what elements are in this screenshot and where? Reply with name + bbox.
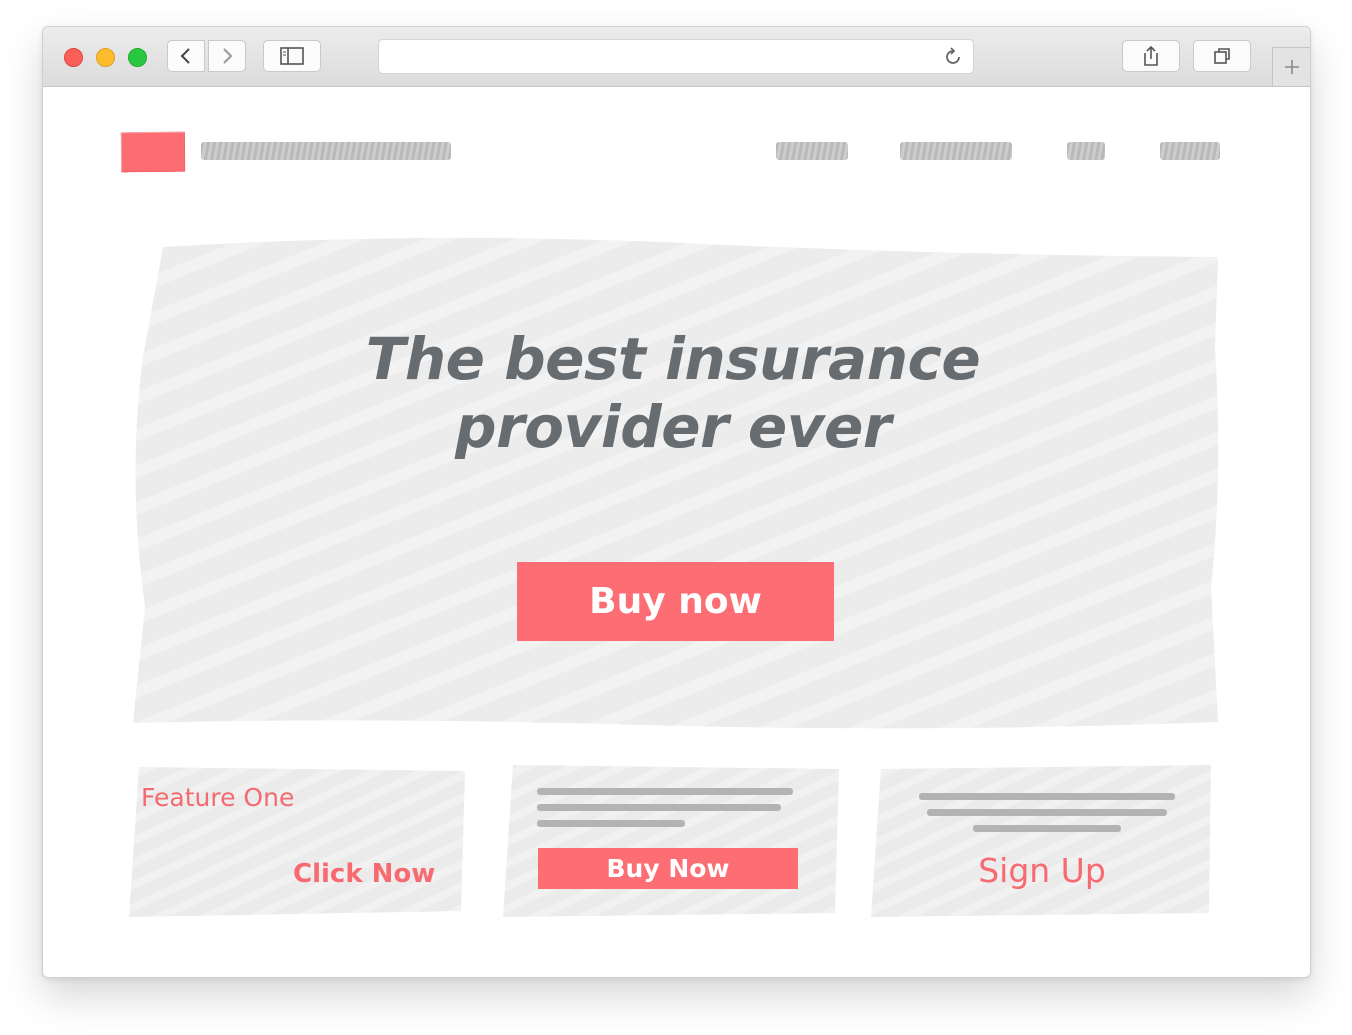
text-line-placeholder — [973, 825, 1121, 832]
chevron-right-icon — [223, 48, 233, 64]
tabs-button[interactable] — [1193, 40, 1251, 72]
tabs-icon — [1214, 48, 1230, 64]
card-scribble-background — [503, 765, 839, 917]
hero-title: The best insurance provider ever — [123, 325, 1223, 461]
text-line-placeholder — [537, 788, 793, 795]
share-button[interactable] — [1122, 40, 1180, 72]
nav-item-placeholder[interactable] — [900, 142, 1012, 160]
forward-button[interactable] — [208, 40, 246, 72]
text-line-placeholder — [537, 820, 685, 827]
logo-placeholder[interactable] — [120, 131, 186, 173]
card-scribble-background — [871, 765, 1211, 917]
reload-icon[interactable] — [943, 47, 963, 67]
page-content: The best insurance provider ever Buy now… — [43, 87, 1310, 977]
hero-title-line-1: The best insurance — [365, 325, 981, 393]
browser-toolbar — [43, 27, 1310, 87]
close-window-button[interactable] — [64, 48, 83, 67]
sidebar-button[interactable] — [263, 40, 321, 72]
address-bar[interactable] — [378, 39, 974, 74]
text-line-placeholder — [927, 809, 1167, 816]
feature-one-title: Feature One — [141, 783, 295, 812]
hero-scribble-background — [133, 237, 1219, 729]
new-tab-button[interactable] — [1272, 47, 1310, 87]
zoom-window-button[interactable] — [128, 48, 147, 67]
hero-title-line-2: provider ever — [455, 393, 891, 461]
buy-now-button[interactable]: Buy now — [517, 562, 834, 641]
text-line-placeholder — [919, 793, 1175, 800]
share-icon — [1144, 45, 1158, 66]
back-button[interactable] — [167, 40, 205, 72]
feature-card-3: Sign Up — [871, 761, 1213, 921]
sidebar-icon — [280, 47, 304, 65]
card-buy-now-button[interactable]: Buy Now — [538, 848, 798, 889]
text-line-placeholder — [537, 804, 781, 811]
feature-card-2: Buy Now — [501, 761, 841, 921]
nav-item-placeholder[interactable] — [1160, 142, 1220, 160]
click-now-link[interactable]: Click Now — [293, 859, 435, 889]
nav-item-placeholder[interactable] — [776, 142, 848, 160]
hero-section: The best insurance provider ever Buy now — [123, 227, 1223, 737]
feature-card-1: Feature One Click Now — [125, 761, 468, 921]
browser-window: The best insurance provider ever Buy now… — [42, 26, 1311, 978]
minimize-window-button[interactable] — [96, 48, 115, 67]
sign-up-link[interactable]: Sign Up — [871, 851, 1213, 890]
plus-icon — [1285, 60, 1299, 74]
site-name-placeholder — [201, 142, 451, 160]
chevron-left-icon — [180, 48, 190, 64]
nav-item-placeholder[interactable] — [1067, 142, 1105, 160]
